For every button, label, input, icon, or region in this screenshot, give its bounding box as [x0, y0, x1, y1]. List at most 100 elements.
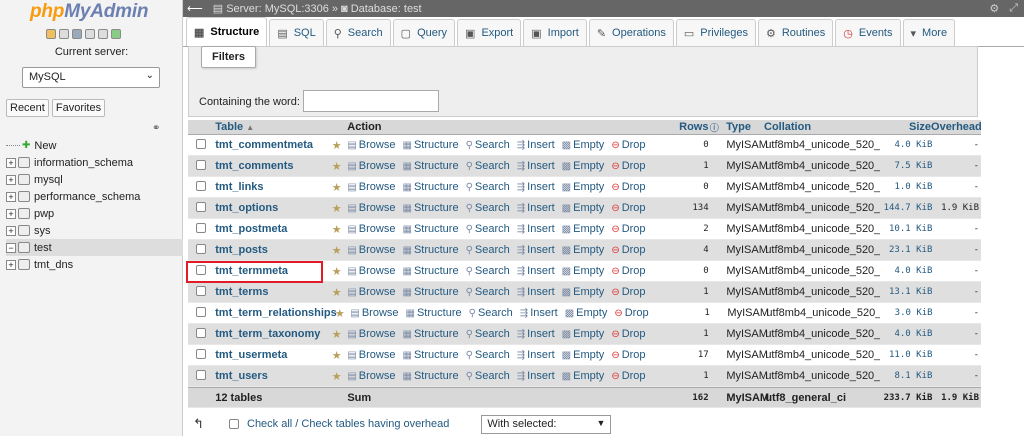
drop-action[interactable]: ⊖ Drop [611, 202, 645, 214]
insert-action[interactable]: ⇶ Insert [517, 244, 555, 256]
tree-item-db[interactable]: + mysql [6, 171, 183, 188]
insert-action[interactable]: ⇶ Insert [517, 160, 555, 172]
row-checkbox[interactable] [195, 159, 206, 170]
empty-action[interactable]: ▩ Empty [562, 223, 605, 235]
help-icon[interactable]: ⓘ [708, 121, 720, 134]
settings-icon[interactable] [98, 29, 108, 39]
tab-more[interactable]: ▾ More [902, 19, 956, 46]
logout-icon[interactable] [59, 29, 69, 39]
header-table[interactable]: Table ▲ [213, 121, 326, 133]
drop-action[interactable]: ⊖ Drop [611, 328, 645, 340]
table-name-link[interactable]: tmt_posts [213, 244, 326, 256]
tab-events[interactable]: ◷ Events [835, 19, 901, 46]
table-size[interactable]: 4.0 KiB [880, 140, 932, 150]
drop-action[interactable]: ⊖ Drop [611, 349, 645, 361]
row-checkbox[interactable] [195, 306, 206, 317]
search-action[interactable]: ⚲ Search [466, 370, 510, 382]
header-overhead[interactable]: Overhead [931, 121, 982, 133]
tree-item-db[interactable]: + tmt_dns [6, 256, 183, 273]
star-icon[interactable]: ★ [326, 349, 347, 362]
help-icon[interactable] [72, 29, 82, 39]
drop-action[interactable]: ⊖ Drop [611, 286, 645, 298]
browse-action[interactable]: ▤ Browse [347, 181, 395, 193]
row-checkbox[interactable] [195, 369, 206, 380]
browse-action[interactable]: ▤ Browse [347, 328, 395, 340]
breadcrumb-database[interactable]: Database: test [351, 3, 422, 15]
check-all[interactable]: Check all / Check tables having overhead [229, 418, 449, 430]
recent-tab[interactable]: Recent [6, 99, 49, 117]
tree-item-db[interactable]: + information_schema [6, 154, 183, 171]
browse-action[interactable]: ▤ Browse [347, 265, 395, 277]
tree-item-db[interactable]: + sys [6, 222, 183, 239]
browse-action[interactable]: ▤ Browse [347, 244, 395, 256]
structure-action[interactable]: ▦ Structure [402, 202, 458, 214]
table-size[interactable]: 11.0 KiB [880, 350, 932, 360]
maximize-icon[interactable]: ⤢ [1009, 2, 1018, 15]
tab-privileges[interactable]: ▭ Privileges [675, 19, 756, 46]
empty-action[interactable]: ▩ Empty [562, 370, 605, 382]
insert-action[interactable]: ⇶ Insert [517, 265, 555, 277]
insert-action[interactable]: ⇶ Insert [517, 328, 555, 340]
tree-item-db[interactable]: + performance_schema [6, 188, 183, 205]
insert-action[interactable]: ⇶ Insert [517, 202, 555, 214]
tree-item-new[interactable]: ✚ New [6, 137, 183, 154]
empty-action[interactable]: ▩ Empty [562, 160, 605, 172]
back-arrow-icon[interactable]: ⟵ [187, 2, 203, 15]
gear-icon[interactable]: ⚙ [989, 2, 999, 15]
tab-sql[interactable]: ▤ SQL [269, 19, 324, 46]
empty-action[interactable]: ▩ Empty [562, 244, 605, 256]
structure-action[interactable]: ▦ Structure [402, 244, 458, 256]
expand-icon[interactable]: + [6, 208, 16, 219]
table-name-link[interactable]: tmt_terms [213, 286, 326, 298]
header-type[interactable]: Type [720, 121, 764, 133]
expand-icon[interactable]: + [6, 174, 16, 185]
filter-input[interactable] [303, 90, 439, 112]
drop-action[interactable]: ⊖ Drop [611, 160, 645, 172]
search-action[interactable]: ⚲ Search [466, 265, 510, 277]
empty-action[interactable]: ▩ Empty [562, 328, 605, 340]
reload-icon[interactable] [111, 29, 121, 39]
star-icon[interactable]: ★ [326, 223, 347, 236]
tab-import[interactable]: ▣ Import [523, 19, 587, 46]
structure-action[interactable]: ▦ Structure [406, 307, 462, 319]
table-name-link[interactable]: tmt_postmeta [213, 223, 326, 235]
browse-action[interactable]: ▤ Browse [347, 160, 395, 172]
drop-action[interactable]: ⊖ Drop [611, 223, 645, 235]
search-action[interactable]: ⚲ Search [466, 244, 510, 256]
tab-operations[interactable]: ✎ Operations [588, 19, 674, 46]
structure-action[interactable]: ▦ Structure [402, 349, 458, 361]
browse-action[interactable]: ▤ Browse [347, 139, 395, 151]
empty-action[interactable]: ▩ Empty [562, 181, 605, 193]
structure-action[interactable]: ▦ Structure [402, 265, 458, 277]
empty-action[interactable]: ▩ Empty [562, 202, 605, 214]
header-size[interactable]: Size [879, 121, 931, 133]
breadcrumb-server[interactable]: Server: MySQL:3306 [226, 3, 329, 15]
empty-action[interactable]: ▩ Empty [565, 307, 608, 319]
row-checkbox[interactable] [195, 180, 206, 191]
search-action[interactable]: ⚲ Search [466, 349, 510, 361]
tab-query[interactable]: ▢ Query [392, 19, 456, 46]
table-size[interactable]: 23.1 KiB [880, 245, 932, 255]
star-icon[interactable]: ★ [326, 328, 347, 341]
row-checkbox[interactable] [195, 327, 206, 338]
star-icon[interactable]: ★ [326, 265, 347, 278]
row-checkbox[interactable] [195, 348, 206, 359]
favorites-tab[interactable]: Favorites [51, 99, 106, 117]
drop-action[interactable]: ⊖ Drop [611, 265, 645, 277]
star-icon[interactable]: ★ [326, 370, 347, 383]
empty-action[interactable]: ▩ Empty [562, 286, 605, 298]
row-checkbox[interactable] [195, 201, 206, 212]
check-all-checkbox[interactable] [229, 419, 239, 429]
browse-action[interactable]: ▤ Browse [347, 202, 395, 214]
row-checkbox[interactable] [195, 243, 206, 254]
structure-action[interactable]: ▦ Structure [402, 181, 458, 193]
table-size[interactable]: 3.0 KiB [880, 308, 933, 318]
empty-action[interactable]: ▩ Empty [562, 139, 605, 151]
insert-action[interactable]: ⇶ Insert [517, 286, 555, 298]
server-select[interactable]: MySQL ⌄ [22, 67, 160, 88]
home-icon[interactable] [46, 29, 56, 39]
structure-action[interactable]: ▦ Structure [402, 160, 458, 172]
tab-structure[interactable]: ▦ Structure [186, 17, 268, 46]
tree-item-db[interactable]: + pwp [6, 205, 183, 222]
search-action[interactable]: ⚲ Search [466, 139, 510, 151]
